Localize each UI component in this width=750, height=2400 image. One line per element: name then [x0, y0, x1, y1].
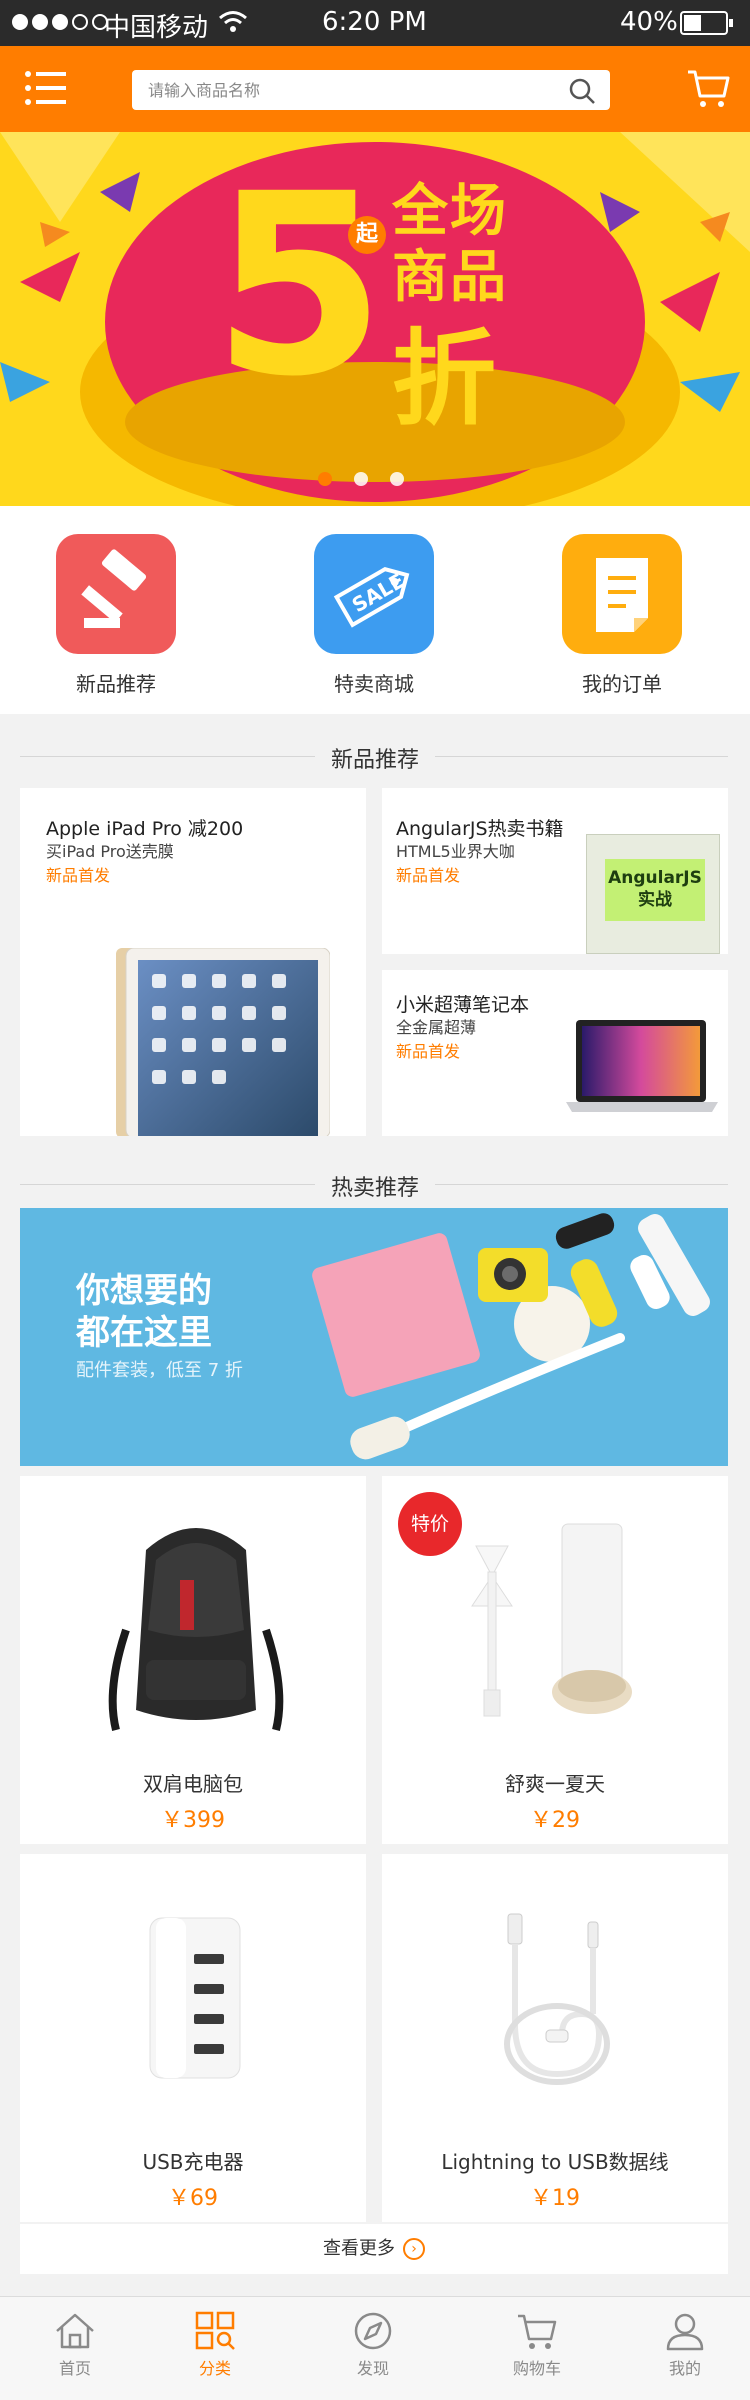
book-cover-title: AngularJS 实战 — [608, 868, 702, 910]
product-name: 双肩电脑包 — [143, 1772, 243, 1796]
promo-banner[interactable]: 5 起 全场 商品 折 — [0, 132, 750, 506]
product-card-backpack[interactable]: 双肩电脑包 ￥399 — [20, 1476, 366, 1844]
carrier-name: 中国移动 — [104, 13, 209, 43]
card-subtitle: 买iPad Pro送壳膜 — [46, 842, 174, 861]
new-products-section-title: 新品推荐 — [0, 736, 750, 776]
sale-tag-icon: SALE — [314, 534, 434, 654]
card-title: Apple iPad Pro 减200 — [46, 818, 244, 840]
card-subtitle: HTML5业界大咖 — [396, 842, 515, 861]
product-name: USB充电器 — [142, 2150, 244, 2174]
hot-banner-line1: 你想要的 — [76, 1271, 212, 1311]
section-title-text: 热卖推荐 — [314, 1176, 435, 1201]
hot-products-section-title: 热卖推荐 — [0, 1164, 750, 1204]
status-bar: 中国移动 6:20 PM 40% — [0, 0, 750, 46]
product-name: 舒爽一夏天 — [505, 1772, 605, 1796]
clock: 6:20 PM — [322, 7, 427, 37]
user-icon — [666, 2313, 704, 2351]
view-more-label: 查看更多 — [323, 2238, 395, 2259]
banner-dot[interactable] — [390, 472, 404, 486]
quick-nav-label: 特卖商城 — [334, 672, 414, 696]
tab-label: 购物车 — [512, 2359, 561, 2378]
tab-home[interactable]: 首页 — [0, 2311, 150, 2379]
signal-icon — [12, 14, 108, 30]
product-card-summer-set[interactable]: 特价 舒爽一夏天 ￥29 — [382, 1476, 728, 1844]
card-tag: 新品首发 — [46, 866, 111, 885]
banner-big-number: 5 — [212, 140, 386, 431]
product-price: ￥29 — [530, 1808, 580, 1833]
search-icon[interactable] — [568, 77, 596, 105]
cart-icon — [518, 2314, 557, 2349]
chevron-right-icon: › — [403, 2238, 425, 2260]
search-box[interactable] — [132, 70, 610, 110]
fan-powerbank-image — [471, 1523, 632, 1717]
tab-label: 发现 — [356, 2359, 389, 2378]
banner-line3: 折 — [392, 318, 497, 440]
menu-icon[interactable] — [24, 68, 68, 108]
product-price: ￥19 — [530, 2186, 580, 2211]
quick-nav-new-products[interactable]: 新品推荐 — [26, 534, 206, 697]
product-name: Lightning to USB数据线 — [441, 2150, 669, 2174]
product-card-lightning-cable[interactable]: Lightning to USB数据线 ￥19 — [382, 1854, 728, 2222]
quick-nav-label: 新品推荐 — [76, 672, 156, 696]
bottom-tab-bar: 首页 分类 发现 购物车 我的 — [0, 2296, 750, 2400]
auction-hammer-icon — [56, 534, 176, 654]
battery-icon — [680, 11, 733, 35]
section-title-text: 新品推荐 — [314, 748, 435, 773]
category-icon — [195, 2311, 235, 2350]
compass-icon — [354, 2312, 392, 2350]
product-price: ￥69 — [168, 2186, 218, 2211]
hot-promo-banner[interactable]: 你想要的 都在这里 配件套装，低至 7 折 — [20, 1208, 728, 1466]
order-document-icon — [562, 534, 682, 654]
new-product-card-xiaomi-laptop[interactable]: 小米超薄笔记本 全金属超薄 新品首发 — [382, 970, 728, 1136]
backpack-image — [108, 1528, 284, 1731]
hot-banner-headline: 你想要的 都在这里 — [76, 1270, 212, 1354]
product-price: ￥399 — [161, 1808, 225, 1833]
lightning-cable-image — [504, 1913, 610, 2085]
ipad-image — [116, 948, 330, 1136]
banner-pagination — [318, 472, 404, 486]
tab-label: 首页 — [58, 2359, 91, 2378]
tab-label: 分类 — [198, 2359, 231, 2378]
new-product-card-ipad[interactable]: Apple iPad Pro 减200 买iPad Pro送壳膜 新品首发 — [20, 788, 366, 1136]
laptop-image — [566, 1020, 718, 1112]
battery-percent: 40% — [620, 7, 678, 37]
banner-dot[interactable] — [354, 472, 368, 486]
banner-dot[interactable] — [318, 472, 332, 486]
tab-profile[interactable]: 我的 — [610, 2311, 750, 2379]
card-tag: 新品首发 — [396, 866, 461, 885]
card-title: AngularJS热卖书籍 — [396, 818, 564, 840]
card-tag: 新品首发 — [396, 1042, 461, 1061]
hot-banner-subtitle: 配件套装，低至 7 折 — [76, 1360, 243, 1381]
angularjs-book-image: AngularJS 实战 — [586, 834, 720, 954]
header — [0, 46, 750, 132]
view-more-button[interactable]: 查看更多 › — [20, 2224, 728, 2274]
new-product-card-angularjs-book[interactable]: AngularJS热卖书籍 HTML5业界大咖 新品首发 AngularJS 实… — [382, 788, 728, 954]
home-icon — [56, 2313, 94, 2349]
tab-category[interactable]: 分类 — [140, 2311, 290, 2379]
quick-nav-my-orders[interactable]: 我的订单 — [532, 534, 712, 697]
hot-banner-line2: 都在这里 — [76, 1313, 212, 1353]
quick-nav-sale-mall[interactable]: SALE 特卖商城 — [284, 534, 464, 697]
wifi-icon — [219, 11, 247, 32]
tab-label: 我的 — [668, 2359, 701, 2378]
banner-qi-badge: 起 — [348, 216, 386, 254]
quick-nav: 新品推荐 SALE 特卖商城 我的订单 — [0, 506, 750, 714]
tab-cart[interactable]: 购物车 — [462, 2311, 612, 2379]
cart-icon[interactable] — [686, 66, 730, 110]
card-subtitle: 全金属超薄 — [396, 1018, 477, 1037]
quick-nav-label: 我的订单 — [582, 672, 662, 696]
card-title: 小米超薄笔记本 — [396, 994, 530, 1016]
product-card-usb-charger[interactable]: USB充电器 ￥69 — [20, 1854, 366, 2222]
usb-charger-image — [149, 1917, 241, 2079]
tab-discover[interactable]: 发现 — [298, 2311, 448, 2379]
search-input[interactable] — [148, 70, 548, 110]
